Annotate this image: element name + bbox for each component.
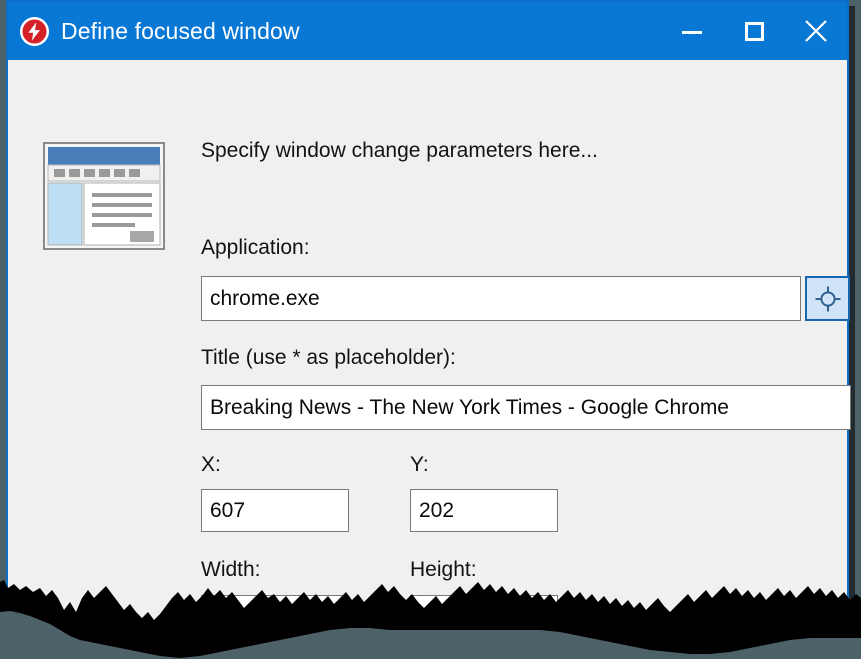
window-title: Define focused window [61,17,300,44]
y-input[interactable]: 202 [410,489,558,532]
crosshair-target-icon [815,286,840,311]
window-controls [661,2,847,60]
dialog-window: Define focused window Specify window cha… [6,0,851,642]
intro-text: Specify window change parameters here... [201,139,598,162]
minimize-icon [682,30,702,34]
cutoff-button-text: Cancel [452,596,515,618]
height-label: Height: [410,558,477,581]
close-button[interactable] [785,2,847,60]
x-input[interactable]: 607 [201,489,349,532]
application-label: Application: [201,236,310,259]
title-label: Title (use * as placeholder): [201,346,456,369]
application-input[interactable]: chrome.exe [201,276,801,321]
minimize-button[interactable] [661,2,723,60]
close-icon [805,20,827,42]
maximize-button[interactable] [723,2,785,60]
width-label: Width: [201,558,261,581]
x-label: X: [201,453,221,476]
window-picker-button[interactable] [805,276,850,321]
window-layout-icon [43,142,165,250]
y-label: Y: [410,453,429,476]
lightning-bolt-icon [19,16,50,46]
title-bar[interactable]: Define focused window [8,2,847,60]
maximize-icon [744,21,764,41]
desktop-background [0,620,861,659]
dialog-content: Specify window change parameters here...… [8,60,851,642]
title-input[interactable]: Breaking News - The New York Times - Goo… [201,385,851,430]
screen: Define focused window Specify window cha… [0,0,861,659]
